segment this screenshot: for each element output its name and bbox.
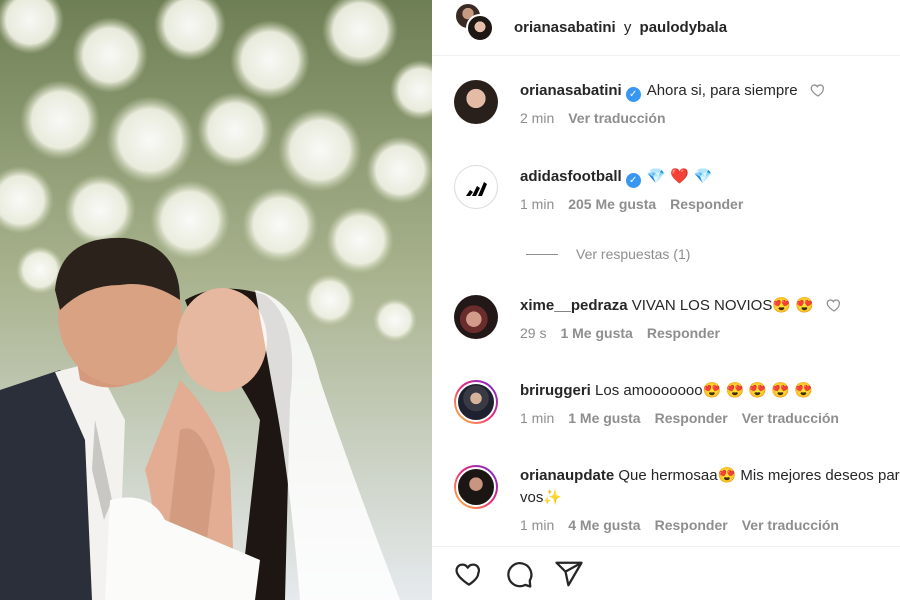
verified-badge-icon: ✓ <box>625 87 641 102</box>
collab-avatars[interactable] <box>454 1 494 48</box>
comment-time[interactable]: 2 min <box>520 110 554 126</box>
comment-text: Ahora si, para siempre <box>646 82 798 99</box>
verified-badge-icon: ✓ <box>625 173 641 188</box>
adidas-logo-icon <box>466 182 487 196</box>
share-icon[interactable] <box>554 559 584 589</box>
view-replies[interactable]: Ver respuestas (1) <box>526 246 690 262</box>
wedding-photo <box>0 0 432 600</box>
post-authors: orianasabatini y paulodybala <box>514 19 727 36</box>
comment-username[interactable]: adidasfootball <box>520 168 622 185</box>
author-link[interactable]: orianasabatini <box>514 19 616 36</box>
comment-item: xime__pedraza VIVAN LOS NOVIOS😍 😍 29 s 1… <box>454 295 900 341</box>
comment-time[interactable]: 1 min <box>520 410 554 426</box>
heart-icon[interactable] <box>810 82 826 98</box>
like-count[interactable]: 4 Me gusta <box>568 517 640 533</box>
translate-link[interactable]: Ver traducción <box>568 110 665 126</box>
avatar[interactable] <box>466 13 494 42</box>
comment-item: adidasfootball ✓ 💎 ❤️ 💎 1 min 205 Me gusta… <box>454 165 900 212</box>
like-count[interactable]: 205 Me gusta <box>568 196 656 212</box>
authors-joiner: y <box>623 19 632 36</box>
comment-username[interactable]: xime__pedraza <box>520 297 628 314</box>
comment-item: orianasabatini ✓ Ahora si, para siempre 2 … <box>454 80 900 126</box>
comment-username[interactable]: orianasabatini <box>520 82 622 99</box>
comment-username[interactable]: orianaupdate <box>520 467 614 484</box>
comment-item: briruggeri Los amooooooo😍 😍 😍 😍 😍 1 min … <box>454 380 900 426</box>
reply-button[interactable]: Responder <box>655 517 728 533</box>
reply-button[interactable]: Responder <box>670 196 743 212</box>
reply-button[interactable]: Responder <box>647 325 720 341</box>
post-photo[interactable] <box>0 0 432 600</box>
avatar[interactable] <box>454 80 498 124</box>
comment-item: orianaupdate Que hermosaa😍 Mis mejores d… <box>454 465 900 533</box>
action-bar <box>432 546 900 600</box>
heart-icon[interactable] <box>454 559 484 589</box>
avatar[interactable] <box>454 380 498 424</box>
avatar[interactable] <box>454 295 498 339</box>
heart-icon[interactable] <box>826 297 842 313</box>
comment-text: 💎 ❤️ 💎 <box>646 167 713 185</box>
comment-text: Los amooooooo😍 😍 😍 😍 😍 <box>595 382 813 399</box>
translate-link[interactable]: Ver traducción <box>742 517 839 533</box>
comment-icon[interactable] <box>504 559 534 589</box>
comment-text: VIVAN LOS NOVIOS😍 😍 <box>631 297 814 314</box>
reply-button[interactable]: Responder <box>655 410 728 426</box>
comment-time[interactable]: 29 s <box>520 325 546 341</box>
comment-time[interactable]: 1 min <box>520 517 554 533</box>
avatar[interactable] <box>454 165 498 209</box>
author-link[interactable]: paulodybala <box>640 19 728 36</box>
translate-link[interactable]: Ver traducción <box>742 410 839 426</box>
avatar[interactable] <box>454 465 498 509</box>
comments-panel: orianasabatini y paulodybala orianasabat… <box>432 0 900 600</box>
comment-time[interactable]: 1 min <box>520 196 554 212</box>
like-count[interactable]: 1 Me gusta <box>560 325 632 341</box>
like-count[interactable]: 1 Me gusta <box>568 410 640 426</box>
view-replies-label: Ver respuestas (1) <box>576 246 691 262</box>
comment-username[interactable]: briruggeri <box>520 382 591 399</box>
divider <box>526 253 558 255</box>
post-header: orianasabatini y paulodybala <box>432 0 900 56</box>
